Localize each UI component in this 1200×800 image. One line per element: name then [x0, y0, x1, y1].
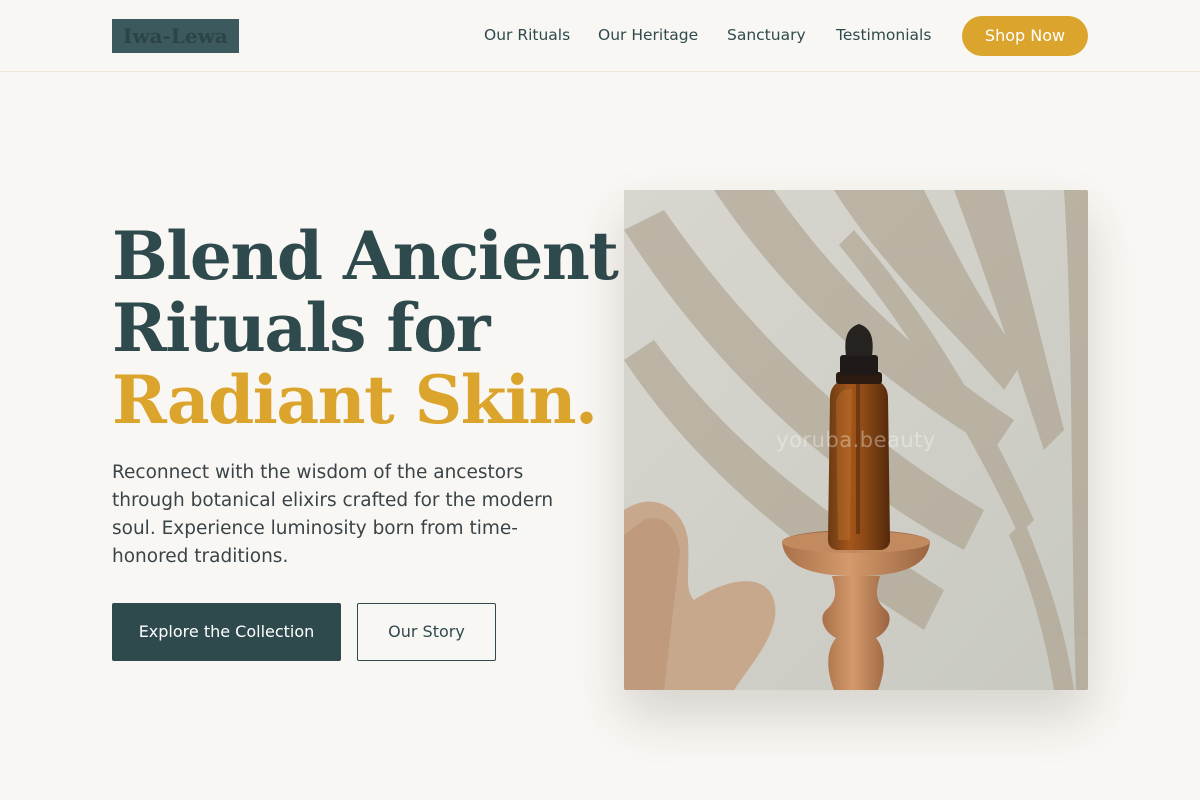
- hero-product-image: yoruba.beauty: [624, 190, 1088, 690]
- hero-description: Reconnect with the wisdom of the ancesto…: [112, 462, 554, 567]
- headline-accent: Radiant Skin.: [112, 361, 598, 439]
- nav-link-sanctuary[interactable]: Sanctuary: [727, 24, 806, 46]
- brand-logo[interactable]: Iwa-Lewa: [112, 19, 239, 53]
- nav-link-our-heritage[interactable]: Our Heritage: [598, 24, 698, 46]
- nav-link-our-rituals[interactable]: Our Rituals: [484, 24, 570, 46]
- image-watermark: yoruba.beauty: [776, 428, 936, 452]
- shop-now-button[interactable]: Shop Now: [962, 16, 1088, 56]
- our-story-button[interactable]: Our Story: [357, 603, 496, 661]
- nav-link-testimonials[interactable]: Testimonials: [836, 24, 931, 46]
- site-header: Iwa-Lewa Our Rituals Our Heritage Sanctu…: [0, 0, 1200, 72]
- explore-collection-button[interactable]: Explore the Collection: [112, 603, 341, 661]
- hero-headline: Blend Ancient Rituals for Radiant Skin.: [112, 217, 619, 439]
- headline-line-1: Blend Ancient: [112, 217, 619, 295]
- headline-line-2: Rituals for: [112, 289, 491, 367]
